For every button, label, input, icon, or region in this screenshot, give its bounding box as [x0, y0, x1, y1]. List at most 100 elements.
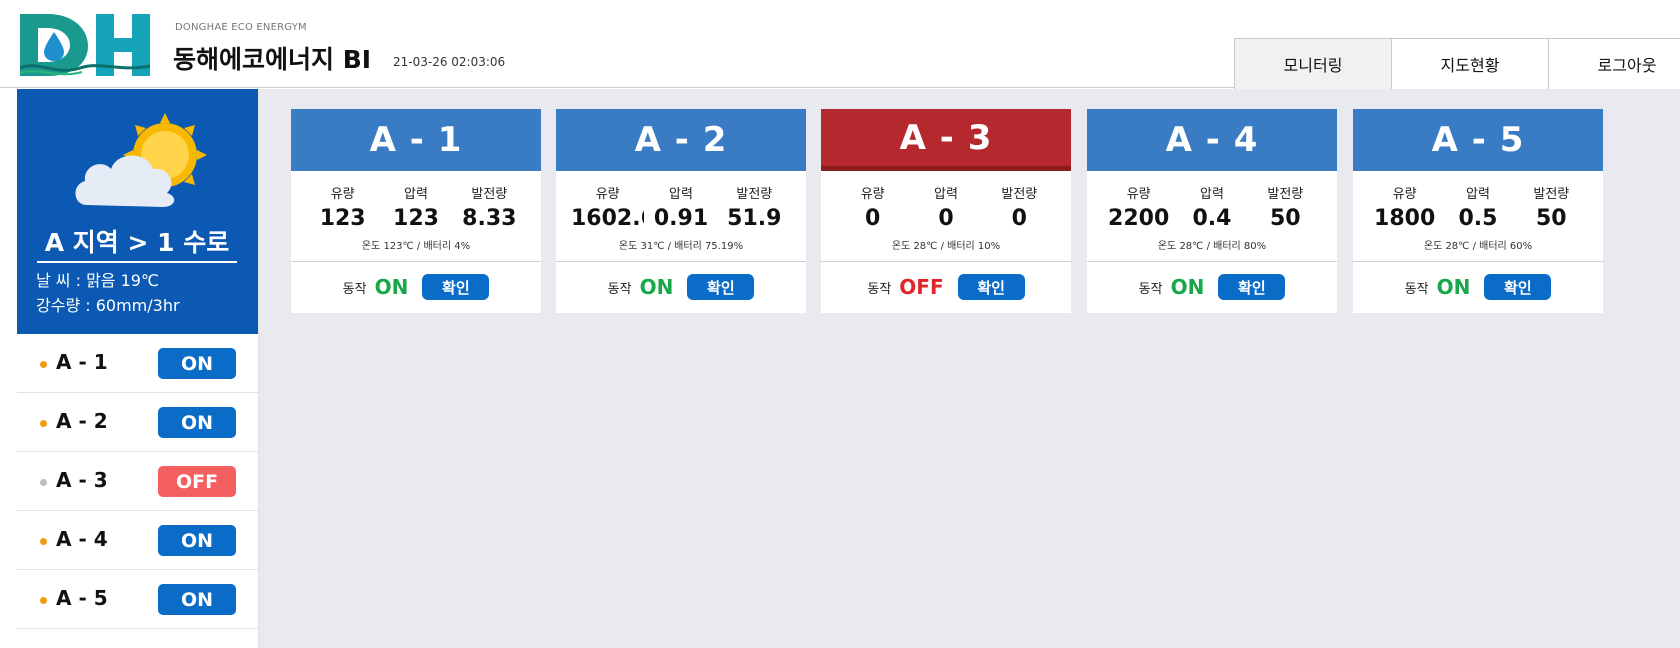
list-item[interactable]: A - 1 ON [17, 334, 258, 393]
metric-labels: 유량 압력 발전량 [556, 183, 806, 202]
operation-label: 동작 [342, 281, 367, 297]
metric-label-generation: 발전량 [471, 187, 508, 202]
operation-status: ON [639, 275, 674, 299]
operation-status: OFF [899, 275, 944, 299]
nav-monitoring[interactable]: 모니터링 [1234, 38, 1392, 89]
metric-label-flow: 유량 [595, 187, 620, 202]
device-list: A - 1 ON A - 2 ON A - 3 OFF A - 4 ON A -… [17, 334, 258, 629]
metric-values: 1800 0.5 50 [1353, 206, 1603, 231]
metric-label-generation: 발전량 [1001, 187, 1038, 202]
list-item[interactable]: A - 2 ON [17, 393, 258, 452]
metric-value-flow: 0 [865, 206, 881, 231]
temp-battery: 온도 28℃ / 배터리 10% [821, 237, 1071, 262]
metric-value-flow: 123 [319, 206, 366, 231]
status-badge[interactable]: ON [158, 584, 236, 615]
metric-label-flow: 유량 [1126, 187, 1151, 202]
device-label: A - 1 [56, 350, 108, 374]
metric-label-pressure: 압력 [669, 187, 693, 202]
confirm-button[interactable]: 확인 [1484, 274, 1552, 300]
temp-battery: 온도 123℃ / 배터리 4% [291, 237, 541, 262]
temp-battery: 온도 28℃ / 배터리 60% [1353, 237, 1603, 262]
status-badge[interactable]: ON [158, 525, 236, 556]
device-card-a2: A - 2 유량 압력 발전량 1602.6: 0.91 51.9 온도 31℃… [556, 109, 806, 313]
metric-label-flow: 유량 [330, 187, 355, 202]
metric-value-generation: 0 [1011, 206, 1027, 231]
metric-value-flow: 1800 [1374, 206, 1436, 231]
metric-labels: 유량 압력 발전량 [821, 183, 1071, 202]
operation-label: 동작 [607, 281, 632, 297]
metric-value-pressure: 0 [938, 206, 954, 231]
card-title: A - 5 [1353, 109, 1603, 171]
card-title: A - 2 [556, 109, 806, 171]
card-title: A - 1 [291, 109, 541, 171]
status-badge[interactable]: OFF [158, 466, 236, 497]
metric-label-generation: 발전량 [1533, 187, 1570, 202]
metric-labels: 유량 압력 발전량 [1353, 183, 1603, 202]
metric-value-generation: 50 [1270, 206, 1301, 231]
status-dot-icon [40, 538, 47, 545]
metric-values: 123 123 8.33 [291, 206, 541, 231]
card-footer: 동작 ON 확인 [1353, 262, 1603, 312]
confirm-button[interactable]: 확인 [687, 274, 755, 300]
device-card-a5: A - 5 유량 압력 발전량 1800 0.5 50 온도 28℃ / 배터리… [1353, 109, 1603, 313]
confirm-button[interactable]: 확인 [957, 274, 1025, 300]
metric-value-pressure: 123 [393, 206, 439, 231]
nav-logout[interactable]: 로그아웃 [1548, 38, 1680, 89]
status-dot-icon [40, 479, 47, 486]
metric-value-flow: 1602.6: [571, 206, 644, 231]
metric-value-generation: 51.9 [727, 206, 782, 231]
operation-status: ON [1436, 275, 1471, 299]
device-card-a4: A - 4 유량 압력 발전량 2200 0.4 50 온도 28℃ / 배터리… [1087, 109, 1337, 313]
list-item[interactable]: A - 3 OFF [17, 452, 258, 511]
device-label: A - 3 [56, 468, 108, 492]
card-footer: 동작 ON 확인 [556, 262, 806, 312]
weather-condition: 날 씨 : 맑음 19℃ [36, 271, 159, 290]
nav-map-status[interactable]: 지도현황 [1391, 38, 1549, 89]
operation-status: ON [1170, 275, 1205, 299]
operation-label: 동작 [1138, 281, 1163, 297]
operation-status: ON [374, 275, 409, 299]
metric-label-generation: 발전량 [1267, 187, 1304, 202]
metric-labels: 유량 압력 발전량 [1087, 183, 1337, 202]
card-footer: 동작 ON 확인 [1087, 262, 1337, 312]
metric-values: 1602.6: 0.91 51.9 [556, 206, 806, 231]
card-footer: 동작 OFF 확인 [821, 262, 1071, 312]
operation-label: 동작 [1404, 281, 1429, 297]
weather-panel: A 지역 > 1 수로 날 씨 : 맑음 19℃ 강수량 : 60mm/3hr [17, 89, 258, 334]
metric-label-pressure: 압력 [934, 187, 958, 202]
device-card-a1: A - 1 유량 압력 발전량 123 123 8.33 온도 123℃ / 배… [291, 109, 541, 313]
device-label: A - 4 [56, 527, 108, 551]
status-badge[interactable]: ON [158, 348, 236, 379]
sun-behind-cloud-icon [75, 113, 207, 207]
metric-value-pressure: 0.4 [1192, 206, 1232, 231]
device-label: A - 5 [56, 586, 108, 610]
metric-value-generation: 8.33 [462, 206, 517, 231]
monitoring-area: A - 1 유량 압력 발전량 123 123 8.33 온도 123℃ / 배… [259, 89, 1680, 648]
top-nav: 모니터링 지도현황 로그아웃 [1234, 38, 1680, 89]
metric-value-generation: 50 [1536, 206, 1567, 231]
list-item[interactable]: A - 4 ON [17, 511, 258, 570]
status-badge[interactable]: ON [158, 407, 236, 438]
confirm-button[interactable]: 확인 [422, 274, 490, 300]
device-label: A - 2 [56, 409, 108, 433]
status-dot-icon [40, 361, 47, 368]
list-item[interactable]: A - 5 ON [17, 570, 258, 629]
sidebar: A 지역 > 1 수로 날 씨 : 맑음 19℃ 강수량 : 60mm/3hr … [17, 89, 259, 648]
rainfall: 강수량 : 60mm/3hr [36, 296, 180, 315]
metric-value-pressure: 0.5 [1458, 206, 1498, 231]
region-title: A 지역 > 1 수로 [37, 223, 237, 263]
card-title: A - 3 [821, 109, 1071, 171]
metric-value-flow: 2200 [1108, 206, 1170, 231]
metric-label-pressure: 압력 [1200, 187, 1224, 202]
brand-subtitle: DONGHAE ECO ENERGYM [175, 22, 307, 33]
brand-title: 동해에코에너지 BI [173, 45, 372, 74]
confirm-button[interactable]: 확인 [1218, 274, 1286, 300]
metric-label-pressure: 압력 [1466, 187, 1490, 202]
metric-label-generation: 발전량 [736, 187, 773, 202]
device-card-a3: A - 3 유량 압력 발전량 0 0 0 온도 28℃ / 배터리 10% 동… [821, 109, 1071, 313]
metric-values: 2200 0.4 50 [1087, 206, 1337, 231]
metric-values: 0 0 0 [821, 206, 1071, 231]
status-dot-icon [40, 597, 47, 604]
card-footer: 동작 ON 확인 [291, 262, 541, 312]
metric-value-pressure: 0.91 [653, 206, 709, 231]
